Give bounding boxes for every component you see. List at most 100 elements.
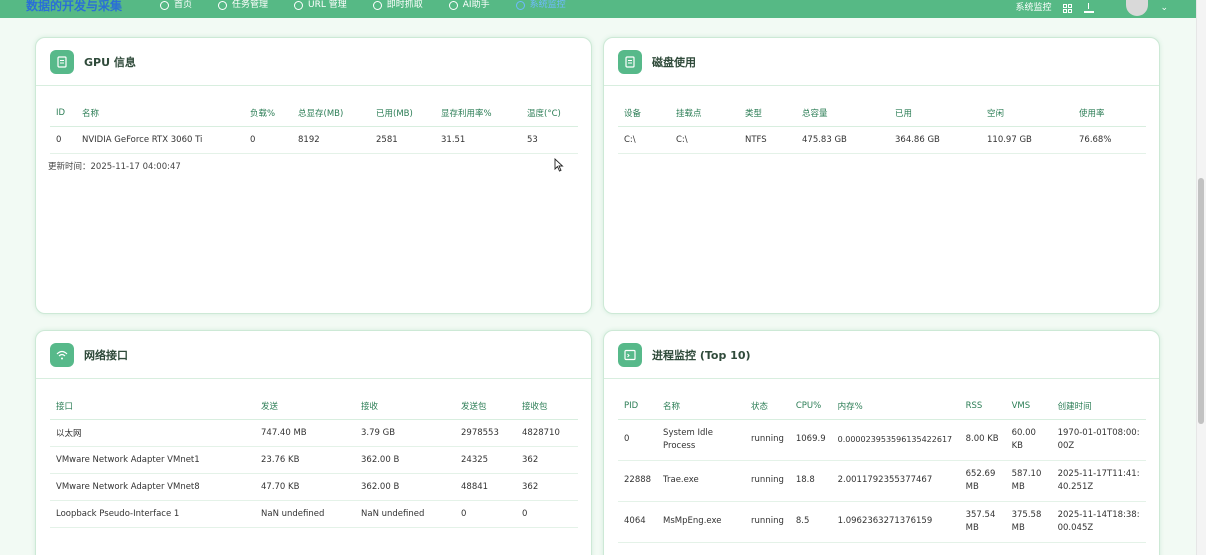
- table-cell: Loopback Pseudo-Interface 1: [50, 500, 255, 528]
- document-icon: [618, 49, 642, 74]
- table-cell: 362: [516, 446, 578, 474]
- wifi-icon: [50, 342, 74, 367]
- table-cell: 0: [455, 500, 516, 528]
- column-header: 名称: [76, 100, 244, 127]
- column-header: CPU%: [789, 393, 832, 420]
- nav-url[interactable]: URL 管理: [294, 0, 347, 10]
- nav-monitor[interactable]: 系统监控: [515, 0, 566, 10]
- table-cell: running: [745, 419, 790, 461]
- link-icon: [294, 0, 304, 10]
- column-header: 总容量: [796, 100, 889, 127]
- disk-table: 设备 挂载点 类型 总容量 已用 空闲 使用率 C:\ C:\ NTFS 475…: [618, 100, 1146, 154]
- column-header: 状态: [745, 393, 790, 420]
- chevron-down-icon[interactable]: ⌄: [1160, 3, 1168, 13]
- table-cell: 2.0011792355377467: [831, 460, 960, 502]
- column-header: 类型: [739, 100, 796, 127]
- column-header: 名称: [657, 393, 746, 420]
- table-cell: NTFS: [739, 126, 796, 154]
- column-header: 内存%: [831, 393, 960, 420]
- table-cell: Trae.exe: [657, 460, 746, 502]
- table-cell: 2025-11-14T18:38:00.045Z: [1051, 501, 1146, 543]
- column-header: 温度(°C): [521, 100, 578, 127]
- network-card-title: 网络接口: [84, 348, 128, 362]
- table-cell: 2025-11-17T11:41:40.251Z: [1051, 460, 1146, 502]
- table-cell: 110.97 GB: [981, 126, 1073, 154]
- network-table: 接口 发送 接收 发送包 接收包 以太网 747.40 MB 3.79 GB 2…: [50, 393, 578, 528]
- gpu-table: ID 名称 负载% 总显存(MB) 已用(MB) 显存利用率% 温度(°C) 0…: [50, 100, 578, 154]
- home-icon: [160, 0, 169, 10]
- table-cell: 31.51: [435, 126, 521, 154]
- table-cell: 47.70 KB: [255, 473, 355, 501]
- table-row: C:\ C:\ NTFS 475.83 GB 364.86 GB 110.97 …: [618, 126, 1146, 154]
- column-header: 发送包: [455, 393, 516, 420]
- table-cell: 0: [618, 419, 658, 461]
- table-cell: 以太网: [50, 419, 255, 447]
- chat-icon: [448, 0, 458, 10]
- table-row: 4064 MsMpEng.exe running 8.5 1.096236327…: [618, 501, 1146, 543]
- table-cell: 23.76 KB: [255, 446, 355, 474]
- column-header: 接收: [355, 393, 455, 420]
- brand-title[interactable]: 数据的开发与采集: [26, 0, 122, 12]
- table-row: 以太网 747.40 MB 3.79 GB 2978553 4828710: [50, 419, 578, 447]
- table-cell: NaN undefined: [255, 500, 355, 528]
- table-cell: running: [745, 460, 790, 502]
- table-cell: 1.0962363271376159: [831, 501, 960, 543]
- table-cell: 48841: [455, 473, 516, 501]
- table-cell: 362: [516, 473, 578, 501]
- column-header: VMS: [1005, 393, 1052, 420]
- table-cell: 8.00 KB: [959, 419, 1006, 461]
- table-cell: 8192: [292, 126, 370, 154]
- nav-tasks[interactable]: 任务管理: [218, 0, 268, 10]
- process-table: PID 名称 状态 CPU% 内存% RSS VMS 创建时间 0 System…: [618, 393, 1146, 543]
- table-cell: 362.00 B: [355, 473, 455, 501]
- table-cell: 357.54 MB: [959, 501, 1006, 543]
- table-cell: 24325: [455, 446, 516, 474]
- nav-crawl[interactable]: 即时抓取: [372, 0, 423, 10]
- table-cell: NaN undefined: [355, 500, 455, 528]
- table-cell: 60.00 KB: [1005, 419, 1052, 461]
- column-header: 创建时间: [1051, 393, 1146, 420]
- nav-tasks-label: 任务管理: [232, 0, 269, 10]
- table-cell: 2978553: [455, 419, 516, 447]
- table-cell: 2581: [370, 126, 435, 154]
- mouse-cursor-icon: [554, 158, 564, 172]
- table-cell: VMware Network Adapter VMnet8: [50, 473, 255, 501]
- column-header: 已用(MB): [370, 100, 435, 127]
- table-row: VMware Network Adapter VMnet8 47.70 KB 3…: [50, 473, 578, 501]
- table-cell: 364.86 GB: [889, 126, 981, 154]
- grid-icon[interactable]: [1063, 3, 1073, 13]
- table-cell: C:\: [670, 126, 739, 154]
- download-icon[interactable]: [1084, 3, 1095, 13]
- process-card-title: 进程监控 (Top 10): [652, 348, 751, 362]
- scrollbar-thumb[interactable]: [1198, 178, 1204, 424]
- table-cell: 22888: [618, 460, 658, 502]
- disk-card: 磁盘使用 设备 挂载点 类型 总容量 已用 空闲 使用率 C:\ C:\ NTF…: [603, 37, 1160, 314]
- table-cell: 1970-01-01T08:00:00Z: [1051, 419, 1146, 461]
- page-scrollbar[interactable]: [1196, 0, 1206, 555]
- nav-monitor-label: 系统监控: [529, 0, 566, 10]
- table-cell: System Idle Process: [657, 419, 746, 461]
- top-navbar: 数据的开发与采集 首页 任务管理 URL 管理 即时抓取 AI助手 系统监控 系…: [0, 0, 1196, 18]
- update-time: 更新时间：2025-11-17 04:00:47: [48, 161, 181, 172]
- column-header: 设备: [618, 100, 670, 127]
- avatar[interactable]: [1126, 0, 1149, 16]
- table-row: 0 NVIDIA GeForce RTX 3060 Ti 0 8192 2581…: [50, 126, 578, 154]
- process-card: 进程监控 (Top 10) PID 名称 状态 CPU% 内存% RSS VMS…: [603, 330, 1160, 555]
- table-cell: 747.40 MB: [255, 419, 355, 447]
- monitor-icon: [515, 0, 525, 10]
- nav-home-label: 首页: [174, 0, 193, 10]
- column-header: 显存利用率%: [435, 100, 521, 127]
- column-header: 已用: [889, 100, 981, 127]
- column-header: 接口: [50, 393, 255, 420]
- nav-ai[interactable]: AI助手: [448, 0, 490, 10]
- table-cell: 0: [50, 126, 76, 154]
- table-cell: C:\: [618, 126, 670, 154]
- column-header: 接收包: [516, 393, 578, 420]
- current-page-label: 系统监控: [1015, 3, 1052, 13]
- table-row: Loopback Pseudo-Interface 1 NaN undefine…: [50, 500, 578, 528]
- nav-home[interactable]: 首页: [160, 0, 192, 10]
- column-header: ID: [50, 100, 76, 127]
- gpu-card-header: GPU 信息: [36, 38, 591, 86]
- table-cell: MsMpEng.exe: [657, 501, 746, 543]
- column-header: 总显存(MB): [292, 100, 370, 127]
